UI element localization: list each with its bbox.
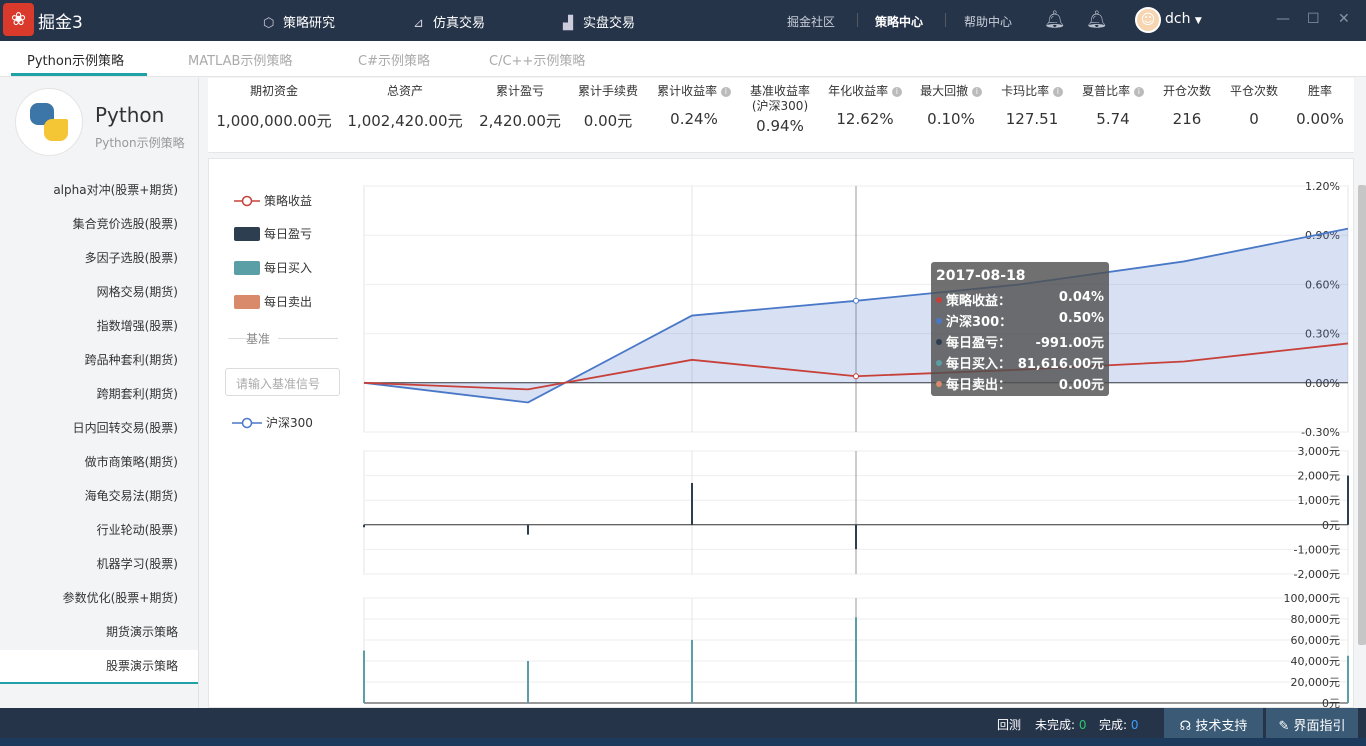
pnl-bar — [527, 524, 529, 535]
tooltip-label: 每日盈亏： — [946, 336, 1012, 351]
headset-icon: ☊ — [1179, 719, 1192, 734]
buy-bar — [527, 661, 529, 703]
dot-icon — [936, 339, 942, 345]
unfinished-label: 未完成: — [1035, 718, 1076, 732]
tooltip-date: 2017-08-18 — [936, 268, 1026, 284]
y-tick-label: 100,000元 — [1284, 592, 1341, 605]
tooltip-label: 策略收益： — [946, 294, 1012, 309]
scrollbar[interactable] — [1358, 185, 1366, 645]
finished-label: 完成: — [1099, 718, 1128, 732]
pnl-bar — [1347, 475, 1349, 525]
y-tick-label: 3,000元 — [1298, 445, 1341, 458]
tech-support-button[interactable]: ☊ 技术支持 — [1164, 708, 1263, 738]
dot-icon — [936, 360, 942, 366]
y-tick-label: -0.30% — [1301, 426, 1340, 439]
buy-bar — [855, 617, 857, 703]
tooltip-value: 0.04% — [1058, 290, 1104, 305]
y-tick-label: 1.20% — [1305, 180, 1340, 193]
dot-icon — [936, 318, 942, 324]
dot-icon — [936, 297, 942, 303]
backtest-label: 回测 — [997, 718, 1022, 732]
tooltip-label: 每日买入： — [946, 357, 1012, 372]
buy-bar — [1347, 655, 1349, 703]
pen-icon: ✎ — [1278, 719, 1290, 734]
pnl-bar — [363, 524, 365, 528]
unfinished-status: 未完成: 0 — [1035, 716, 1087, 733]
y-tick-label: 80,000元 — [1291, 613, 1341, 626]
pnl-bar — [691, 482, 693, 525]
tooltip-row: 策略收益： 0.04% — [936, 290, 1104, 309]
tooltip-value: 0.00元 — [1058, 378, 1104, 393]
buy-bar — [363, 650, 365, 703]
y-tick-label: 20,000元 — [1291, 676, 1341, 689]
y-tick-label: 60,000元 — [1291, 634, 1341, 647]
support-label: 技术支持 — [1195, 719, 1248, 734]
tooltip-row: 每日卖出： 0.00元 — [936, 374, 1104, 393]
os-taskbar — [0, 738, 1366, 746]
tooltip-value: -991.00元 — [1035, 336, 1104, 351]
strategy-point — [853, 373, 859, 380]
guide-label: 界面指引 — [1293, 719, 1346, 734]
chart-tooltip: 2017-08-18 策略收益： 0.04% 沪深300： 0.50% 每日盈亏： -99… — [931, 262, 1109, 396]
dot-icon — [936, 381, 942, 387]
ui-guide-button[interactable]: ✎ 界面指引 — [1266, 708, 1358, 738]
unfinished-count: 0 — [1078, 718, 1087, 732]
tooltip-row: 每日盈亏： -991.00元 — [936, 332, 1104, 351]
status-bar: 回测 未完成: 0 完成: 0 ☊ 技术支持 ✎ 界面指引 — [0, 708, 1366, 738]
tooltip-row: 沪深300： 0.50% — [936, 311, 1104, 330]
pnl-bar — [855, 524, 857, 550]
y-tick-label: 2,000元 — [1298, 470, 1341, 483]
tooltip-label: 沪深300： — [946, 315, 1013, 330]
tooltip-row: 每日买入： 81,616.00元 — [936, 353, 1104, 372]
y-tick-label: -2,000元 — [1294, 568, 1340, 581]
buy-bar — [691, 640, 693, 703]
y-tick-label: 40,000元 — [1291, 655, 1341, 668]
finished-status: 完成: 0 — [1099, 716, 1139, 733]
backtest-charts: 1.20%0.90%0.60%0.30%0.00%-0.30%3,000元2,0… — [363, 180, 1349, 710]
tooltip-value: 0.50% — [1058, 311, 1104, 326]
benchmark-point — [853, 297, 859, 304]
finished-count: 0 — [1130, 718, 1139, 732]
y-tick-label: -1,000元 — [1294, 543, 1340, 556]
tooltip-label: 每日卖出： — [946, 378, 1012, 393]
tooltip-value: 81,616.00元 — [1017, 357, 1104, 372]
y-tick-label: 1,000元 — [1298, 494, 1341, 507]
